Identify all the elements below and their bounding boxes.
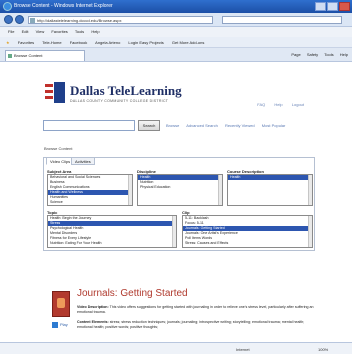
forward-button[interactable]	[15, 15, 24, 24]
elements-label: Content Elements:	[77, 320, 109, 324]
discipline-list[interactable]: Health Nutrition Physical Education	[137, 174, 223, 206]
logout-link[interactable]: Logout	[292, 102, 304, 107]
description-text: This video offers suggestions for gettin…	[77, 305, 314, 314]
page-icon	[30, 18, 35, 23]
fav-angela[interactable]: Angela Arteno	[95, 40, 120, 45]
fav-tele-home[interactable]: Tele-Home	[42, 40, 61, 45]
tab-label: Browse Content	[14, 53, 43, 58]
window-titlebar: Browse Content - Windows Internet Explor…	[0, 0, 352, 13]
advanced-search-link[interactable]: Advanced Search	[186, 123, 218, 128]
fav-add-ons[interactable]: Get More Add-ons	[172, 40, 204, 45]
item-description: Video Description: This video offers sug…	[77, 305, 317, 315]
address-text: http://dallastelelearning.dcccd.edu/Brow…	[37, 18, 122, 23]
course-description-option[interactable]: Health	[228, 175, 312, 180]
address-input[interactable]: http://dallastelelearning.dcccd.edu/Brow…	[28, 16, 213, 24]
status-bar: Internet 100%	[0, 342, 352, 354]
topic-scrollbar[interactable]	[172, 216, 176, 247]
help-link[interactable]: Help	[274, 102, 282, 107]
fav-facebook[interactable]: Facebook	[70, 40, 88, 45]
most-popular-link[interactable]: Most Popular	[262, 123, 286, 128]
close-button[interactable]	[339, 2, 350, 11]
maximize-button[interactable]	[327, 2, 338, 11]
menu-help[interactable]: Help	[91, 29, 99, 34]
clip-option[interactable]: Stress: Causes and Effects	[183, 241, 312, 246]
journal-thumbnail-icon	[52, 291, 70, 317]
subject-scrollbar[interactable]	[128, 175, 132, 205]
menu-bar: File Edit View Favorites Tools Help	[0, 27, 352, 37]
menu-edit[interactable]: Edit	[22, 29, 29, 34]
menu-file[interactable]: File	[8, 29, 14, 34]
tab-video-clips[interactable]: Video Clips	[46, 157, 75, 165]
cmd-tools[interactable]: Tools	[324, 52, 333, 57]
topic-list[interactable]: Health: Begin the Journey Stress Psycholog…	[47, 215, 177, 248]
faq-link[interactable]: FAQ	[257, 102, 265, 107]
tab-bar: Browse Content Page Safety Tools Help	[0, 48, 352, 62]
search-input[interactable]	[43, 120, 135, 131]
cmd-page[interactable]: Page	[291, 52, 300, 57]
status-zone: Internet	[236, 347, 250, 352]
course-scrollbar[interactable]	[308, 175, 312, 205]
command-bar: Page Safety Tools Help	[286, 51, 348, 59]
tab-page-icon	[8, 54, 12, 58]
breadcrumb: Browse Content	[44, 146, 73, 151]
clip-scrollbar[interactable]	[308, 216, 312, 247]
search-button[interactable]: Search	[138, 120, 160, 131]
site-title: Dallas TeleLearning	[70, 83, 182, 98]
minimize-button[interactable]	[315, 2, 326, 11]
zoom-level[interactable]: 100%	[318, 344, 328, 354]
browse-link[interactable]: Browse	[166, 123, 179, 128]
menu-tools[interactable]: Tools	[75, 29, 84, 34]
window-controls	[315, 2, 350, 11]
cmd-safety[interactable]: Safety	[307, 52, 318, 57]
browse-panel: Video Clips Activities Subject Area Disc…	[43, 157, 315, 251]
menu-view[interactable]: View	[36, 29, 45, 34]
fav-easy-projects[interactable]: Login Easy Projects	[128, 40, 163, 45]
item-elements: Content Elements: stress; stress reducti…	[77, 320, 317, 330]
fav-favorites[interactable]: Favorites	[18, 40, 34, 45]
tab-activities[interactable]: Activities	[71, 157, 95, 165]
cmd-help[interactable]: Help	[340, 52, 348, 57]
course-description-list[interactable]: Health	[227, 174, 313, 206]
favorites-star-icon: ★	[6, 40, 10, 45]
back-button[interactable]	[4, 15, 13, 24]
address-bar: http://dallastelelearning.dcccd.edu/Brow…	[0, 13, 352, 27]
menu-favorites[interactable]: Favorites	[51, 29, 67, 34]
discipline-option[interactable]: Physical Education	[138, 185, 222, 190]
site-logo	[45, 82, 65, 103]
browse-links: Browse Advanced Search Recently Viewed M…	[166, 123, 291, 128]
browser-search-input[interactable]	[222, 16, 342, 24]
elements-text: stress; stress reduction techniques; jou…	[77, 320, 305, 329]
discipline-scrollbar[interactable]	[218, 175, 222, 205]
clip-list[interactable]: 5-11: Backlash Focus: 5-11 Journals: Getti…	[182, 215, 313, 248]
topic-option[interactable]: Nutrition: Eating For Your Health	[48, 241, 176, 246]
ie-logo-icon	[3, 2, 12, 11]
play-icon[interactable]	[52, 322, 58, 328]
page-content: Dallas TeleLearning DALLAS COUNTY COMMUN…	[0, 62, 352, 342]
subject-area-option[interactable]: Science	[48, 200, 132, 205]
window-title: Browse Content - Windows Internet Explor…	[14, 3, 113, 9]
play-link[interactable]: Play	[60, 322, 68, 327]
subject-area-list[interactable]: Behavioral and Social Sciences Business En…	[47, 174, 133, 206]
site-subtitle: DALLAS COUNTY COMMUNITY COLLEGE DISTRICT	[70, 99, 169, 103]
item-title: Journals: Getting Started	[77, 288, 188, 299]
recently-viewed-link[interactable]: Recently Viewed	[225, 123, 255, 128]
top-links: FAQ Help Logout	[249, 102, 304, 107]
favorites-bar: ★ Favorites Tele-Home Facebook Angela Ar…	[0, 37, 352, 48]
description-label: Video Description:	[77, 305, 109, 309]
tab-browse-content[interactable]: Browse Content	[5, 50, 85, 61]
